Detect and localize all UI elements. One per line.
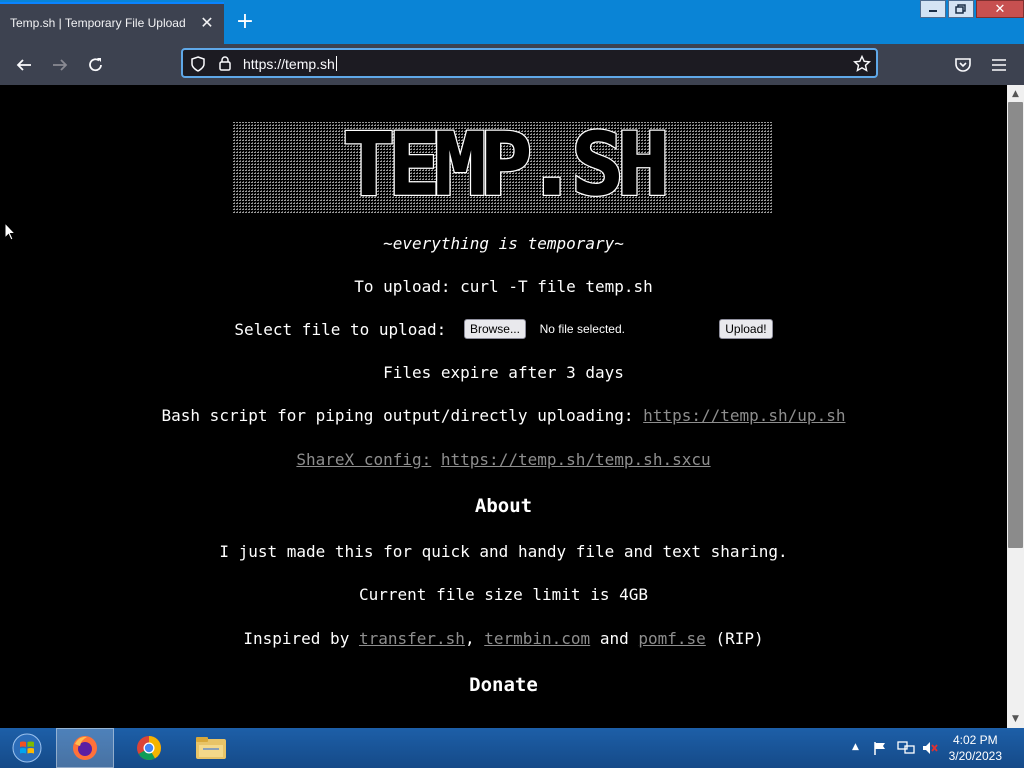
- forward-icon[interactable]: [47, 52, 73, 78]
- reload-icon[interactable]: [83, 52, 109, 78]
- close-icon[interactable]: ✕: [198, 14, 216, 32]
- scroll-up-arrow-icon[interactable]: ▲: [1007, 87, 1024, 101]
- scrollbar-thumb[interactable]: [1008, 102, 1023, 548]
- browser-title-bar: Temp.sh | Temporary File Upload ✕ + ✕: [0, 0, 1024, 44]
- mouse-pointer-icon: [4, 221, 17, 245]
- maximize-icon[interactable]: [948, 0, 974, 18]
- transfer-sh-link[interactable]: transfer.sh: [359, 629, 465, 648]
- upload-form: Select file to upload: Browse... No file…: [0, 319, 1007, 339]
- web-page: TEMP.SH TEMP.SH ~everything is temporary…: [0, 85, 1007, 728]
- pomf-link[interactable]: pomf.se: [638, 629, 705, 648]
- inspired-prefix: Inspired by: [243, 629, 350, 648]
- menu-icon[interactable]: [986, 52, 1012, 78]
- inspired-comma: ,: [464, 629, 475, 648]
- chrome-icon[interactable]: [120, 728, 178, 768]
- bash-script-label: Bash script for piping output/directly u…: [161, 406, 634, 425]
- text-caret: [335, 56, 337, 71]
- bash-script-link[interactable]: https://temp.sh/up.sh: [643, 406, 845, 425]
- tab-title: Temp.sh | Temporary File Upload: [10, 16, 186, 30]
- back-icon[interactable]: [11, 52, 37, 78]
- page-scrollbar[interactable]: ▲ ▼: [1007, 85, 1024, 728]
- file-explorer-icon[interactable]: [182, 728, 240, 768]
- lock-icon[interactable]: [218, 55, 232, 76]
- termbin-link[interactable]: termbin.com: [484, 629, 590, 648]
- no-file-text: No file selected.: [539, 322, 625, 336]
- minimize-icon[interactable]: [920, 0, 946, 18]
- about-heading: About: [474, 495, 533, 517]
- system-clock[interactable]: 4:02 PM 3/20/2023: [949, 732, 1002, 764]
- donate-heading: Donate: [469, 674, 538, 696]
- firefox-icon[interactable]: [56, 728, 114, 768]
- sharex-config-link[interactable]: ShareX config:: [296, 450, 431, 469]
- show-hidden-icons-icon[interactable]: ▲: [852, 742, 859, 752]
- network-icon[interactable]: [897, 740, 915, 759]
- close-window-icon[interactable]: ✕: [976, 0, 1024, 18]
- expiry-text: Files expire after 3 days: [383, 363, 624, 382]
- temp-sh-logo: TEMP.SH TEMP.SH: [233, 113, 773, 217]
- tagline: ~everything is temporary~: [383, 234, 624, 253]
- clock-time: 4:02 PM: [952, 733, 998, 747]
- star-icon[interactable]: [852, 54, 872, 77]
- about-text: I just made this for quick and handy fil…: [219, 542, 788, 561]
- inspired-by-line: Inspired by transfer.sh, termbin.com and…: [0, 629, 1007, 648]
- inspired-suffix: (RIP): [715, 629, 764, 648]
- sharex-url-link[interactable]: https://temp.sh/temp.sh.sxcu: [441, 450, 711, 469]
- window-controls: ✕: [918, 0, 1024, 20]
- clock-date: 3/20/2023: [948, 749, 1002, 763]
- shield-icon[interactable]: [190, 56, 206, 76]
- address-bar[interactable]: https://temp.sh: [181, 48, 878, 78]
- upload-button[interactable]: Upload!: [719, 319, 773, 339]
- curl-instructions: To upload: curl -T file temp.sh: [354, 277, 653, 296]
- url-value: https://temp.sh: [243, 56, 335, 72]
- bash-script-line: Bash script for piping output/directly u…: [0, 406, 1007, 425]
- url-text[interactable]: https://temp.sh: [243, 56, 337, 72]
- windows-start-icon[interactable]: [0, 728, 54, 768]
- scroll-down-arrow-icon[interactable]: ▼: [1007, 712, 1024, 726]
- pocket-icon[interactable]: [950, 52, 976, 78]
- windows-taskbar: ▲ 4:02 PM 3/20/2023: [0, 728, 1024, 768]
- browser-tab[interactable]: Temp.sh | Temporary File Upload ✕: [0, 2, 224, 44]
- plus-icon[interactable]: +: [234, 11, 256, 33]
- sharex-line: ShareX config: https://temp.sh/temp.sh.s…: [0, 450, 1007, 469]
- inspired-and: and: [599, 629, 629, 648]
- browse-button[interactable]: Browse...: [463, 319, 526, 339]
- flag-icon[interactable]: [872, 740, 888, 759]
- volume-muted-icon[interactable]: [921, 740, 939, 759]
- logo-text-inner: TEMP.SH: [343, 122, 665, 214]
- file-size-limit: Current file size limit is 4GB: [359, 585, 648, 604]
- select-file-label: Select file to upload:: [234, 320, 447, 339]
